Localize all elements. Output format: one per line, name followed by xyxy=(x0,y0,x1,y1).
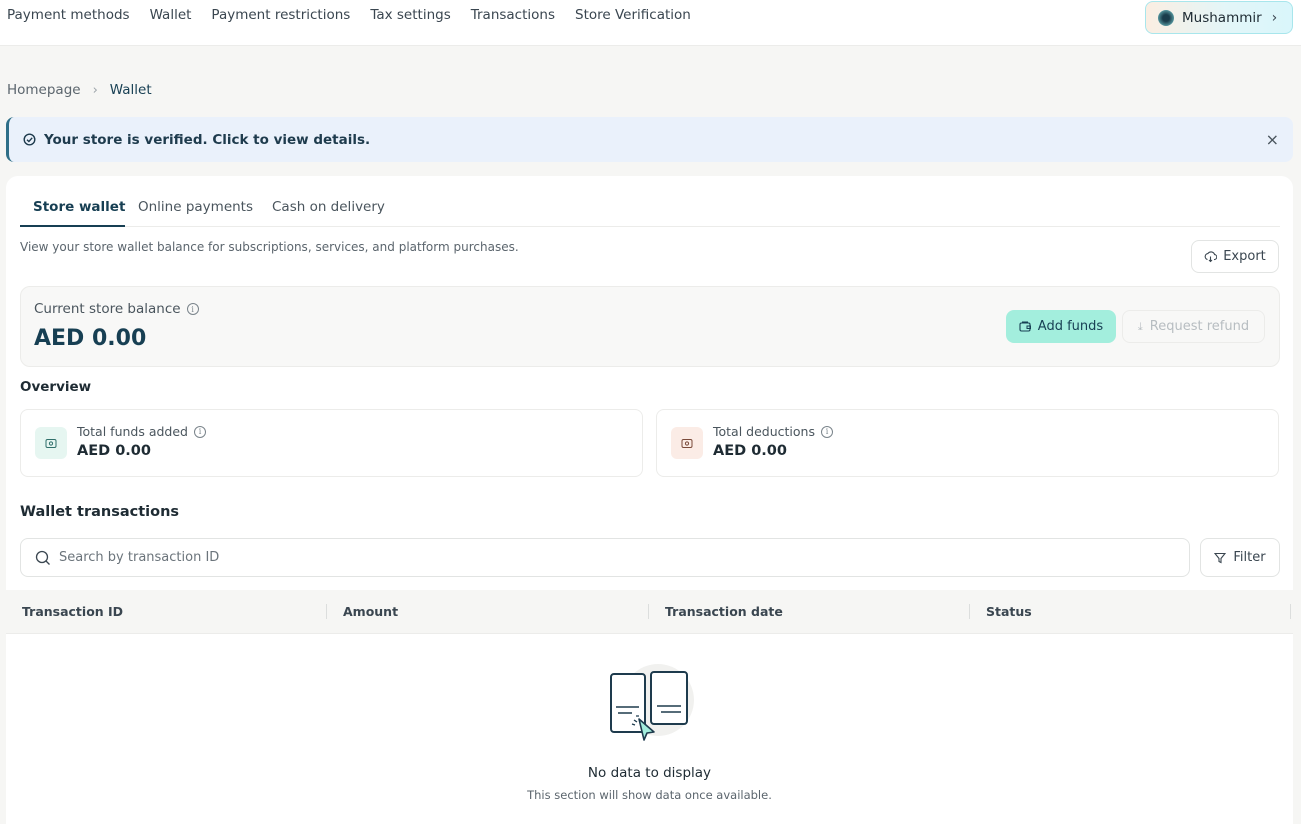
transactions-table-body: No data to display This section will sho… xyxy=(6,634,1293,824)
overview-heading: Overview xyxy=(20,379,92,395)
verified-check-icon xyxy=(23,133,36,146)
transactions-table-header: Transaction ID Amount Transaction date S… xyxy=(6,590,1293,634)
user-menu-button[interactable]: Mushammir › xyxy=(1145,1,1293,34)
search-box xyxy=(20,538,1190,577)
current-balance-panel: Current store balance i AED 0.00 Add fun… xyxy=(20,286,1280,367)
total-deductions-card: Total deductions i AED 0.00 xyxy=(656,409,1279,477)
request-refund-label: Request refund xyxy=(1149,319,1250,334)
nav-payment-restrictions[interactable]: Payment restrictions xyxy=(211,7,350,23)
column-divider xyxy=(969,604,970,619)
column-transaction-id[interactable]: Transaction ID xyxy=(22,604,123,619)
total-deductions-value: AED 0.00 xyxy=(713,443,787,459)
avatar-icon xyxy=(1158,9,1174,26)
chevron-right-icon: › xyxy=(92,82,98,98)
nav-store-verification[interactable]: Store Verification xyxy=(575,7,691,23)
add-funds-button[interactable]: Add funds xyxy=(1006,310,1116,343)
nav-tax-settings[interactable]: Tax settings xyxy=(370,7,450,23)
wallet-card: Store wallet Online payments Cash on del… xyxy=(6,176,1293,590)
wallet-add-icon xyxy=(1019,321,1031,332)
column-status[interactable]: Status xyxy=(986,604,1032,619)
total-funds-card: Total funds added i AED 0.00 xyxy=(20,409,643,477)
nav-payment-methods[interactable]: Payment methods xyxy=(7,7,130,23)
info-icon[interactable]: i xyxy=(186,303,199,315)
empty-state-title: No data to display xyxy=(587,765,712,781)
column-transaction-date[interactable]: Transaction date xyxy=(665,604,783,619)
total-deductions-label-row: Total deductions i xyxy=(713,424,833,439)
tab-cash-on-delivery[interactable]: Cash on delivery xyxy=(272,199,385,215)
store-verified-banner[interactable]: Your store is verified. Click to view de… xyxy=(6,117,1293,162)
cloud-download-icon xyxy=(1204,251,1218,263)
close-icon[interactable]: × xyxy=(1266,130,1279,149)
column-divider xyxy=(648,604,649,619)
deductions-icon xyxy=(671,427,703,459)
empty-state-illustration xyxy=(606,662,696,756)
wallet-transactions-heading: Wallet transactions xyxy=(20,504,180,520)
filter-icon xyxy=(1214,552,1227,563)
wallet-tabs: Store wallet Online payments Cash on del… xyxy=(20,176,1280,227)
download-icon: ⤓ xyxy=(1137,319,1143,333)
top-nav: Payment methods Wallet Payment restricti… xyxy=(7,7,711,23)
total-funds-label: Total funds added xyxy=(77,424,188,439)
total-funds-label-row: Total funds added i xyxy=(77,424,206,439)
funds-added-icon xyxy=(35,427,67,459)
total-deductions-label: Total deductions xyxy=(713,424,815,439)
search-input[interactable] xyxy=(59,550,1059,565)
info-icon[interactable]: i xyxy=(194,425,206,438)
export-label: Export xyxy=(1223,249,1266,264)
total-funds-value: AED 0.00 xyxy=(77,443,151,459)
column-divider xyxy=(1290,604,1291,619)
export-button[interactable]: Export xyxy=(1191,240,1279,273)
filter-button[interactable]: Filter xyxy=(1200,538,1280,577)
request-refund-button[interactable]: ⤓ Request refund xyxy=(1122,310,1265,343)
balance-label-row: Current store balance i xyxy=(34,301,199,317)
active-tab-indicator xyxy=(20,225,125,227)
banner-text: Your store is verified. Click to view de… xyxy=(44,131,371,148)
nav-wallet[interactable]: Wallet xyxy=(150,7,192,23)
add-funds-label: Add funds xyxy=(1037,319,1104,334)
breadcrumb: Homepage › Wallet xyxy=(7,82,152,98)
balance-label: Current store balance xyxy=(34,301,181,317)
search-icon xyxy=(35,550,50,565)
filter-label: Filter xyxy=(1233,550,1266,565)
column-amount[interactable]: Amount xyxy=(343,604,398,619)
tab-online-payments[interactable]: Online payments xyxy=(138,199,253,215)
nav-transactions[interactable]: Transactions xyxy=(471,7,555,23)
top-navigation-bar: Payment methods Wallet Payment restricti… xyxy=(0,0,1301,46)
chevron-right-icon: › xyxy=(1271,9,1278,26)
tab-store-wallet[interactable]: Store wallet xyxy=(33,199,125,215)
user-name: Mushammir xyxy=(1182,9,1262,26)
column-divider xyxy=(326,604,327,619)
breadcrumb-current: Wallet xyxy=(109,82,152,98)
empty-state-subtitle: This section will show data once availab… xyxy=(527,788,772,802)
breadcrumb-home-link[interactable]: Homepage xyxy=(7,82,81,98)
info-icon[interactable]: i xyxy=(820,425,833,438)
wallet-description: View your store wallet balance for subsc… xyxy=(20,240,519,254)
balance-value: AED 0.00 xyxy=(34,326,147,351)
